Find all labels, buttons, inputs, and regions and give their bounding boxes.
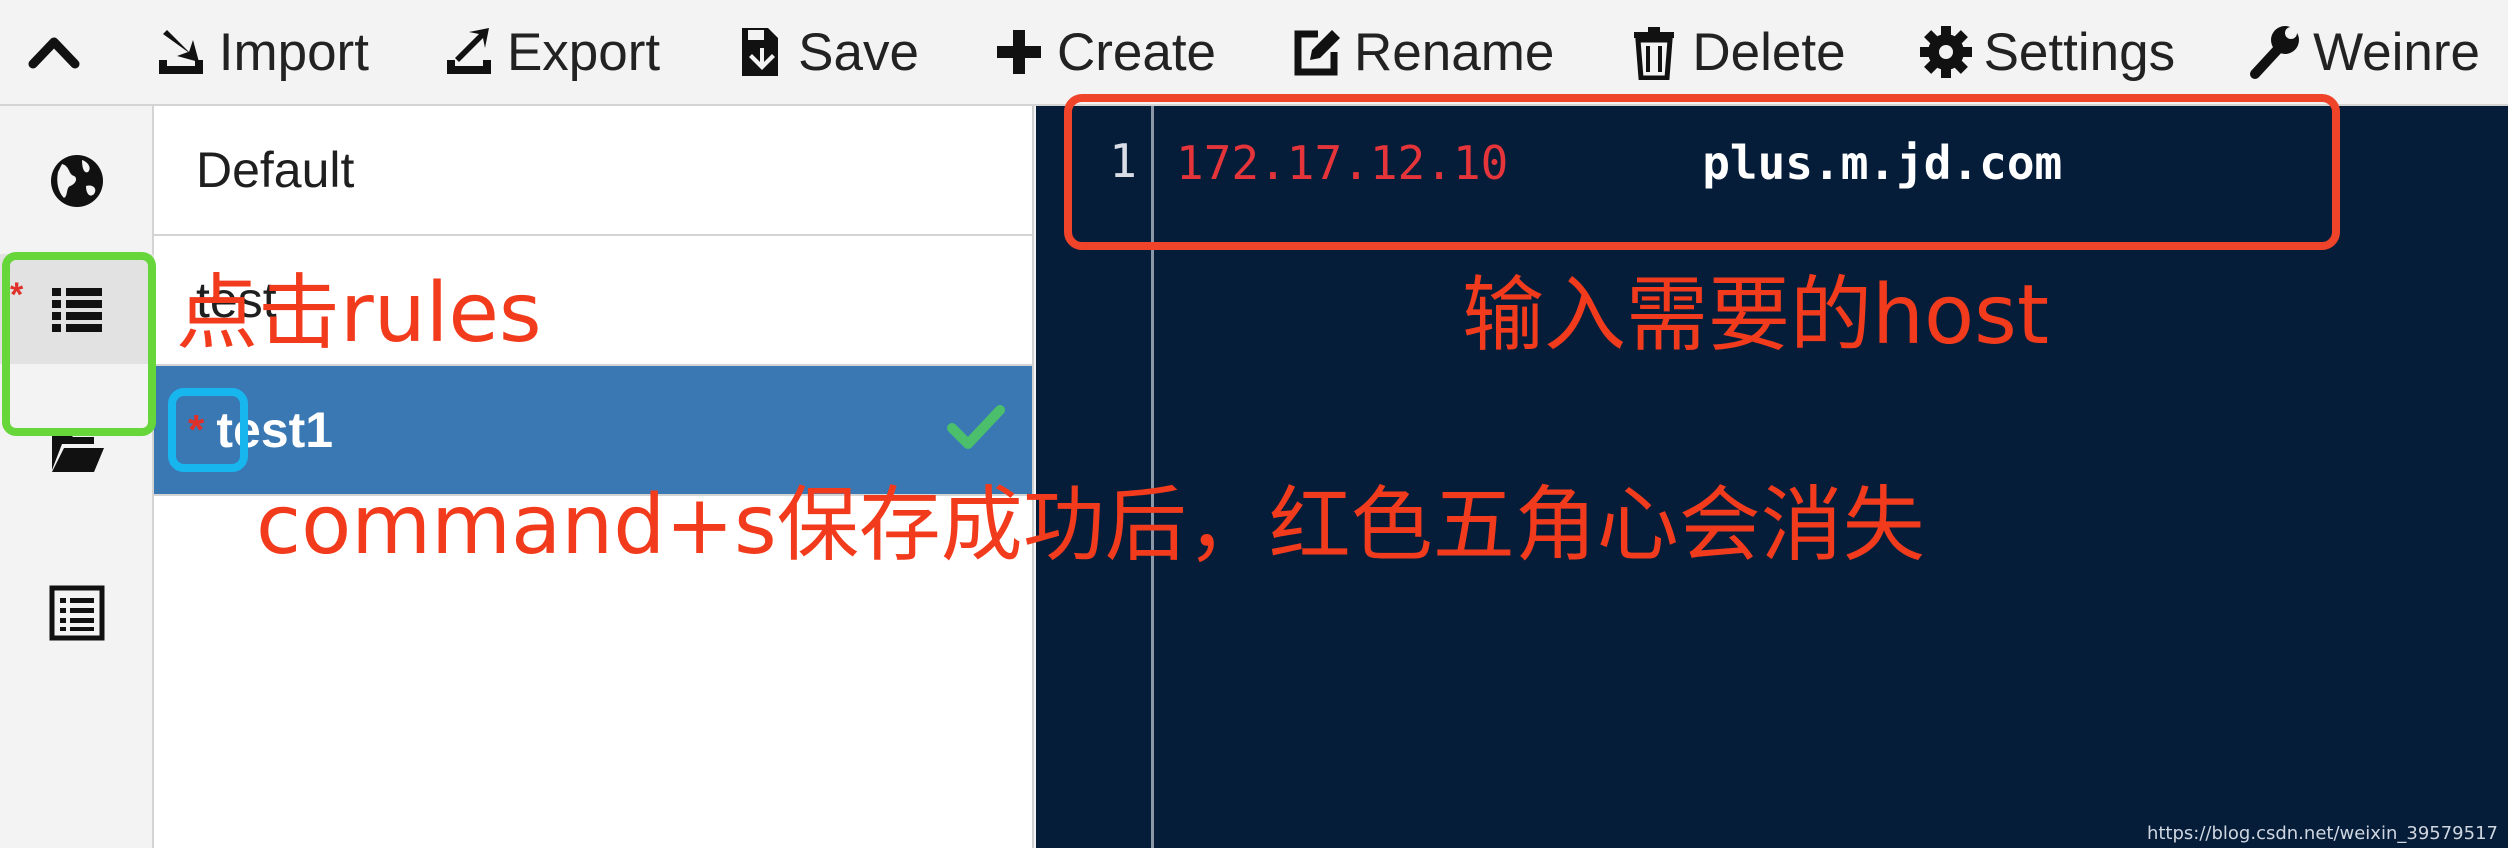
export-label: Export <box>506 22 661 82</box>
delete-button[interactable]: Delete <box>1582 0 1873 104</box>
collapse-toolbar-button[interactable] <box>0 0 109 104</box>
save-label: Save <box>798 22 919 82</box>
sidebar-item-network[interactable] <box>0 126 154 236</box>
sidebar: * <box>0 106 154 848</box>
check-icon <box>947 405 1005 449</box>
import-button[interactable]: Import <box>109 0 397 104</box>
gear-icon <box>1919 26 1972 78</box>
sidebar-item-plugins[interactable] <box>0 558 154 668</box>
save-button[interactable]: Save <box>688 0 947 104</box>
annotation-save-hint: command+s保存成功后，红色五角心会消失 <box>256 478 1925 573</box>
delete-label: Delete <box>1692 22 1846 82</box>
host-highlight-box <box>1064 94 2340 250</box>
unsaved-highlight-box <box>168 388 248 472</box>
save-icon <box>742 28 779 76</box>
rule-item-default[interactable]: Default <box>154 106 1032 236</box>
rename-button[interactable]: Rename <box>1244 0 1582 104</box>
trash-icon <box>1634 27 1675 80</box>
log-list-icon <box>49 585 105 641</box>
export-icon <box>446 28 491 74</box>
export-button[interactable]: Export <box>397 0 688 104</box>
wrench-icon <box>2250 26 2300 79</box>
rename-label: Rename <box>1354 22 1555 82</box>
watermark: https://blog.csdn.net/weixin_39579517 <box>2146 823 2498 844</box>
weinre-label: Weinre <box>2313 22 2480 82</box>
import-label: Import <box>218 22 369 82</box>
chevron-up-icon <box>28 37 80 69</box>
globe-icon <box>51 155 103 207</box>
toolbar: Import Export Save Create Rename Delete … <box>0 0 2508 106</box>
rule-name: Default <box>196 142 355 198</box>
plus-icon <box>996 30 1041 74</box>
settings-label: Settings <box>1983 22 2176 82</box>
whistle-app: Import Export Save Create Rename Delete … <box>0 0 2508 848</box>
create-button[interactable]: Create <box>947 0 1244 104</box>
import-icon <box>158 30 203 74</box>
edit-icon <box>1294 30 1341 76</box>
settings-button[interactable]: Settings <box>1874 0 2204 104</box>
rules-highlight-box <box>2 252 156 436</box>
annotation-enter-host: 输入需要的host <box>1462 268 2050 363</box>
weinre-button[interactable]: Weinre <box>2203 0 2508 104</box>
annotation-click-rules: 点击rules <box>176 266 542 361</box>
create-label: Create <box>1056 22 1217 82</box>
